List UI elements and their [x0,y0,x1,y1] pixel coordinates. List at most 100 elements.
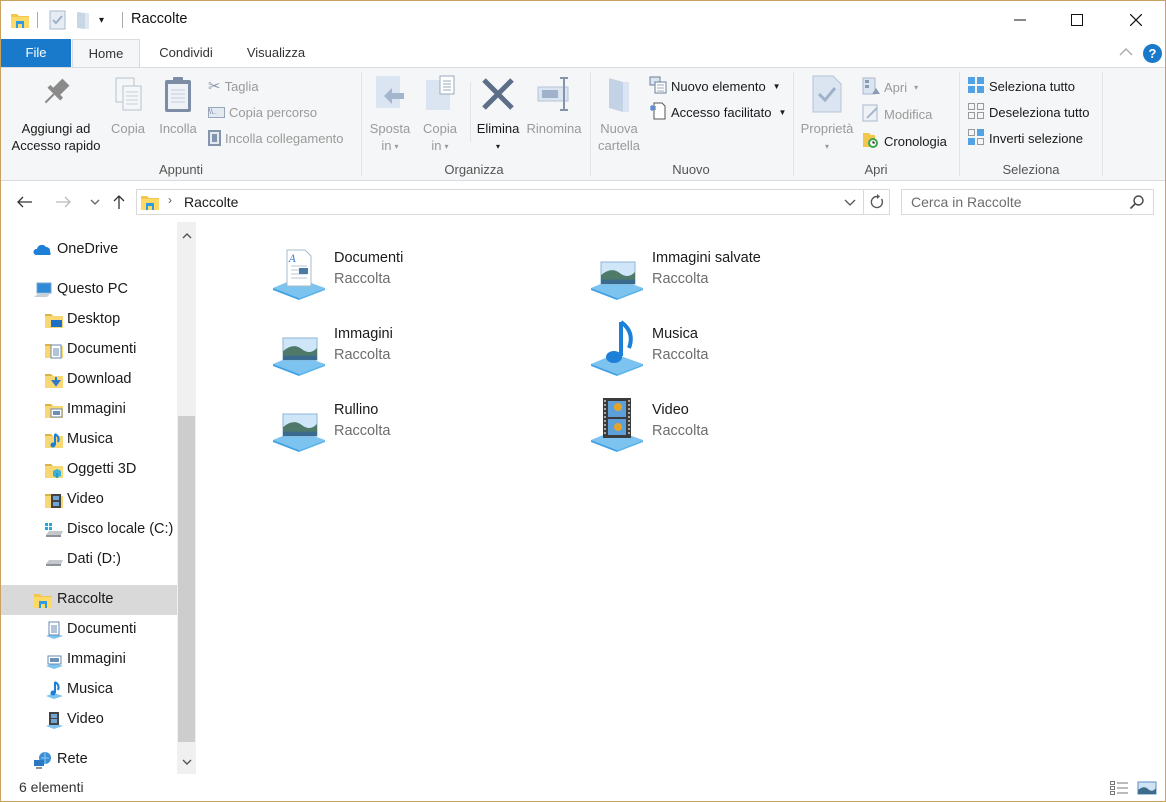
sidebar-item-download[interactable]: Download [1,365,177,395]
tab-condividi[interactable]: Condividi [146,39,226,67]
sidebar-item-documenti[interactable]: Documenti [1,335,177,365]
select-none-button[interactable]: Deseleziona tutto [967,101,1089,123]
breadcrumb-separator-icon[interactable]: › [168,193,172,207]
pictures-library-icon [271,320,327,376]
maximize-button[interactable] [1048,1,1106,39]
status-bar: 6 elementi [1,774,1165,801]
sidebar-item-onedrive[interactable]: OneDrive [1,235,177,265]
history-label: Cronologia [884,133,947,149]
chevron-down-icon [182,759,191,765]
open-button[interactable]: Apri ▾ [862,76,918,98]
sidebar-item-documenti[interactable]: Documenti [1,615,177,645]
sidebar-item-disco-locale-c[interactable]: Disco locale (C:) [1,515,177,545]
scrollbar-thumb[interactable] [178,416,195,742]
library-type: Raccolta [652,423,709,439]
sidebar-item-immagini[interactable]: Immagini [1,395,177,425]
navigation-pane-scrollbar[interactable] [177,222,196,774]
cut-button[interactable]: ✂ Taglia [208,75,259,97]
library-folder-icon[interactable] [10,10,30,30]
rename-button[interactable]: Rinomina [525,74,583,137]
sidebar-item-raccolte[interactable]: Raccolte [1,585,177,615]
recent-locations-button[interactable] [85,192,105,212]
customize-dropdown-icon[interactable]: ▾ [99,10,104,30]
sidebar-item-label: Oggetti 3D [67,461,137,477]
invert-selection-button[interactable]: Inverti selezione [967,127,1083,149]
search-icon[interactable] [1129,194,1145,210]
refresh-button[interactable] [864,189,890,215]
new-folder-label-line1: Nuova [600,121,638,136]
tab-visualizza[interactable]: Visualizza [233,39,319,67]
close-button[interactable] [1107,1,1165,39]
navigation-pane: OneDrive Questo PC Desktop Documenti Downloa… [1,222,177,777]
network-icon [33,751,53,769]
forward-button[interactable] [53,192,73,212]
sidebar-item-dati-d[interactable]: Dati (D:) [1,545,177,575]
library-name: Video [652,402,689,418]
move-to-label-line2: in [381,138,392,153]
svg-text:A: A [288,254,296,265]
group-label-appunti: Appunti [158,162,204,177]
sidebar-item-musica[interactable]: Musica [1,425,177,455]
sidebar-item-video[interactable]: Video [1,705,177,735]
address-bar[interactable]: › Raccolte [136,189,864,215]
tiles-view-button[interactable] [1137,780,1157,796]
properties-check-icon[interactable] [49,10,67,30]
help-button[interactable]: ? [1143,44,1162,63]
address-history-dropdown[interactable] [843,195,859,211]
new-folder-label-line2: cartella [598,138,640,153]
library-tile[interactable]: A Documenti Raccolta [271,244,551,304]
history-button[interactable]: Cronologia [862,130,947,152]
scroll-down-button[interactable] [177,752,196,771]
scroll-up-button[interactable] [177,226,196,245]
copy-label: Copia [111,121,145,136]
tiles-view-icon [1137,781,1157,795]
sidebar-item-video[interactable]: Video [1,485,177,515]
breadcrumb-raccolte[interactable]: Raccolte [184,194,238,210]
sidebar-item-immagini[interactable]: Immagini [1,645,177,675]
3d-objects-folder-icon [44,461,64,479]
collapse-ribbon-button[interactable] [1117,45,1135,61]
new-item-label: Nuovo elemento [671,78,766,94]
search-input[interactable] [902,190,1122,214]
properties-button[interactable]: Proprietà ▾ [797,74,857,155]
select-all-button[interactable]: Seleziona tutto [967,75,1075,97]
back-button[interactable] [15,192,35,212]
copy-to-button[interactable]: Copia in ▾ [417,74,463,155]
sidebar-item-musica[interactable]: Musica [1,675,177,705]
new-folder-button[interactable]: Nuova cartella [595,74,643,154]
easy-access-icon [649,102,667,123]
search-box [901,189,1154,215]
pin-quick-access-button[interactable]: Aggiungi ad Accesso rapido [7,74,105,154]
library-tile[interactable]: Musica Raccolta [589,320,869,380]
move-to-button[interactable]: Sposta in ▾ [367,74,413,155]
library-type: Raccolta [652,347,709,363]
library-tile[interactable]: Immagini salvate Raccolta [589,244,869,304]
paste-shortcut-button[interactable]: Incolla collegamento [208,127,344,149]
paste-button[interactable]: Incolla [155,74,201,137]
new-folder-icon[interactable] [75,10,91,30]
copy-path-button[interactable]: \\.. Copia percorso [208,101,317,123]
minimize-button[interactable] [991,1,1049,39]
tab-file[interactable]: File [1,39,71,67]
sidebar-item-desktop[interactable]: Desktop [1,305,177,335]
sidebar-item-questo-pc[interactable]: Questo PC [1,275,177,305]
library-name: Documenti [334,250,404,266]
sidebar-item-label: Musica [67,431,113,447]
tab-home[interactable]: Home [72,39,140,67]
easy-access-button[interactable]: Accesso facilitato ▼ [649,101,786,123]
new-item-button[interactable]: Nuovo elemento ▼ [649,75,781,97]
details-view-button[interactable] [1109,780,1129,796]
videos-library-icon [589,396,645,452]
delete-button[interactable]: Elimina ▾ [475,74,521,155]
sidebar-item-rete[interactable]: Rete [1,745,177,775]
up-button[interactable] [109,192,129,212]
item-count: 6 elementi [19,779,84,795]
library-tile[interactable]: Rullino Raccolta [271,396,551,456]
sidebar-item-label: Dati (D:) [67,551,121,567]
library-tile[interactable]: Immagini Raccolta [271,320,551,380]
sidebar-item-oggetti-3d[interactable]: Oggetti 3D [1,455,177,485]
copy-button[interactable]: Copia [107,74,149,137]
group-label-apri: Apri [864,162,888,177]
library-tile[interactable]: Video Raccolta [589,396,869,456]
edit-button[interactable]: Modifica [862,103,932,125]
